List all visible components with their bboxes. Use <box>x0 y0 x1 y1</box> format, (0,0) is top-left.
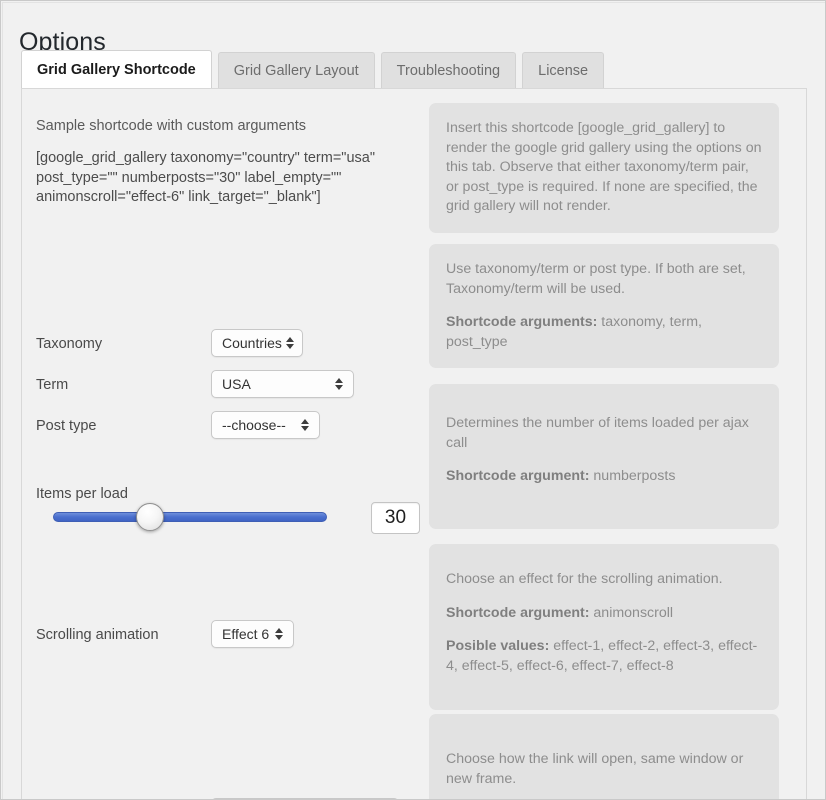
sample-shortcode-code: [google_grid_gallery taxonomy="country" … <box>36 150 379 205</box>
tab-strip: Grid Gallery Shortcode Grid Gallery Layo… <box>21 50 605 88</box>
items-per-load-label: Items per load <box>36 486 128 502</box>
tab-license[interactable]: License <box>522 52 605 88</box>
taxonomy-label: Taxonomy <box>36 336 103 352</box>
help-arg-label: Shortcode argument: <box>446 604 590 621</box>
scrolling-animation-select-value: Effect 6 <box>222 626 270 642</box>
help-text: Choose an effect for the scrolling anima… <box>446 571 723 587</box>
taxonomy-select-value: Countries <box>222 335 282 351</box>
tab-label: Grid Gallery Layout <box>233 62 359 79</box>
tab-content-panel: Sample shortcode with custom arguments [… <box>21 88 807 799</box>
options-window: Options Grid Gallery Shortcode Grid Gall… <box>0 0 826 800</box>
help-text: Determines the number of items loaded pe… <box>446 415 749 451</box>
post-type-select-value: --choose-- <box>222 417 286 433</box>
chevron-updown-icon <box>269 628 293 640</box>
tab-grid-gallery-layout[interactable]: Grid Gallery Layout <box>217 52 375 88</box>
help-card-items: Determines the number of items loaded pe… <box>429 384 779 529</box>
help-text: Insert this shortcode [google_grid_galle… <box>446 120 762 214</box>
term-select-value: USA <box>222 376 251 392</box>
taxonomy-select[interactable]: Countries <box>211 329 303 357</box>
items-per-load-slider[interactable] <box>53 503 327 531</box>
scrolling-animation-label: Scrolling animation <box>36 627 159 643</box>
tab-label: Grid Gallery Shortcode <box>37 61 196 78</box>
help-arg-label: Shortcode argument: <box>446 468 590 484</box>
help-arg-value: animonscroll <box>589 604 674 621</box>
slider-track[interactable] <box>53 512 327 522</box>
help-arg-line: Shortcode arguments: taxonomy, term, pos… <box>446 313 762 352</box>
help-text: Use taxonomy/term or post type. If both … <box>446 261 746 297</box>
help-values-label: Posible values: <box>446 638 550 654</box>
term-label: Term <box>36 377 69 393</box>
help-arg-value: numberposts <box>589 468 676 484</box>
help-text: Choose how the link will open, same wind… <box>446 751 744 787</box>
post-type-select[interactable]: --choose-- <box>211 411 320 439</box>
tab-troubleshooting[interactable]: Troubleshooting <box>380 52 517 88</box>
post-type-label: Post type <box>36 418 97 434</box>
tab-label: License <box>538 62 589 79</box>
help-arg-line: Shortcode argument: numberposts <box>446 467 762 487</box>
help-values-line: Posible values: effect-1, effect-2, effe… <box>446 637 762 676</box>
chevron-updown-icon <box>282 337 302 349</box>
scrolling-animation-select[interactable]: Effect 6 <box>211 620 294 648</box>
items-per-load-value: 30 <box>384 507 407 528</box>
sample-shortcode-heading: Sample shortcode with custom arguments <box>36 118 306 134</box>
tab-label: Troubleshooting <box>396 62 501 79</box>
help-arg-label: Shortcode arguments: <box>446 314 598 330</box>
help-card-link-target: Choose how the link will open, same wind… <box>429 714 779 799</box>
help-card-taxonomy: Use taxonomy/term or post type. If both … <box>429 244 779 368</box>
help-arg-line: Shortcode argument: animonscroll <box>446 604 762 624</box>
form-column: Sample shortcode with custom arguments [… <box>22 89 420 799</box>
slider-thumb[interactable] <box>136 503 164 531</box>
help-card-shortcode: Insert this shortcode [google_grid_galle… <box>429 103 779 233</box>
help-card-animation: Choose an effect for the scrolling anima… <box>429 544 779 710</box>
help-column: Insert this shortcode [google_grid_galle… <box>412 89 782 799</box>
chevron-updown-icon <box>295 419 319 431</box>
term-select[interactable]: USA <box>211 370 354 398</box>
page-surface: Options Grid Gallery Shortcode Grid Gall… <box>2 2 825 799</box>
tab-grid-gallery-shortcode[interactable]: Grid Gallery Shortcode <box>21 50 212 88</box>
chevron-updown-icon <box>329 378 353 390</box>
